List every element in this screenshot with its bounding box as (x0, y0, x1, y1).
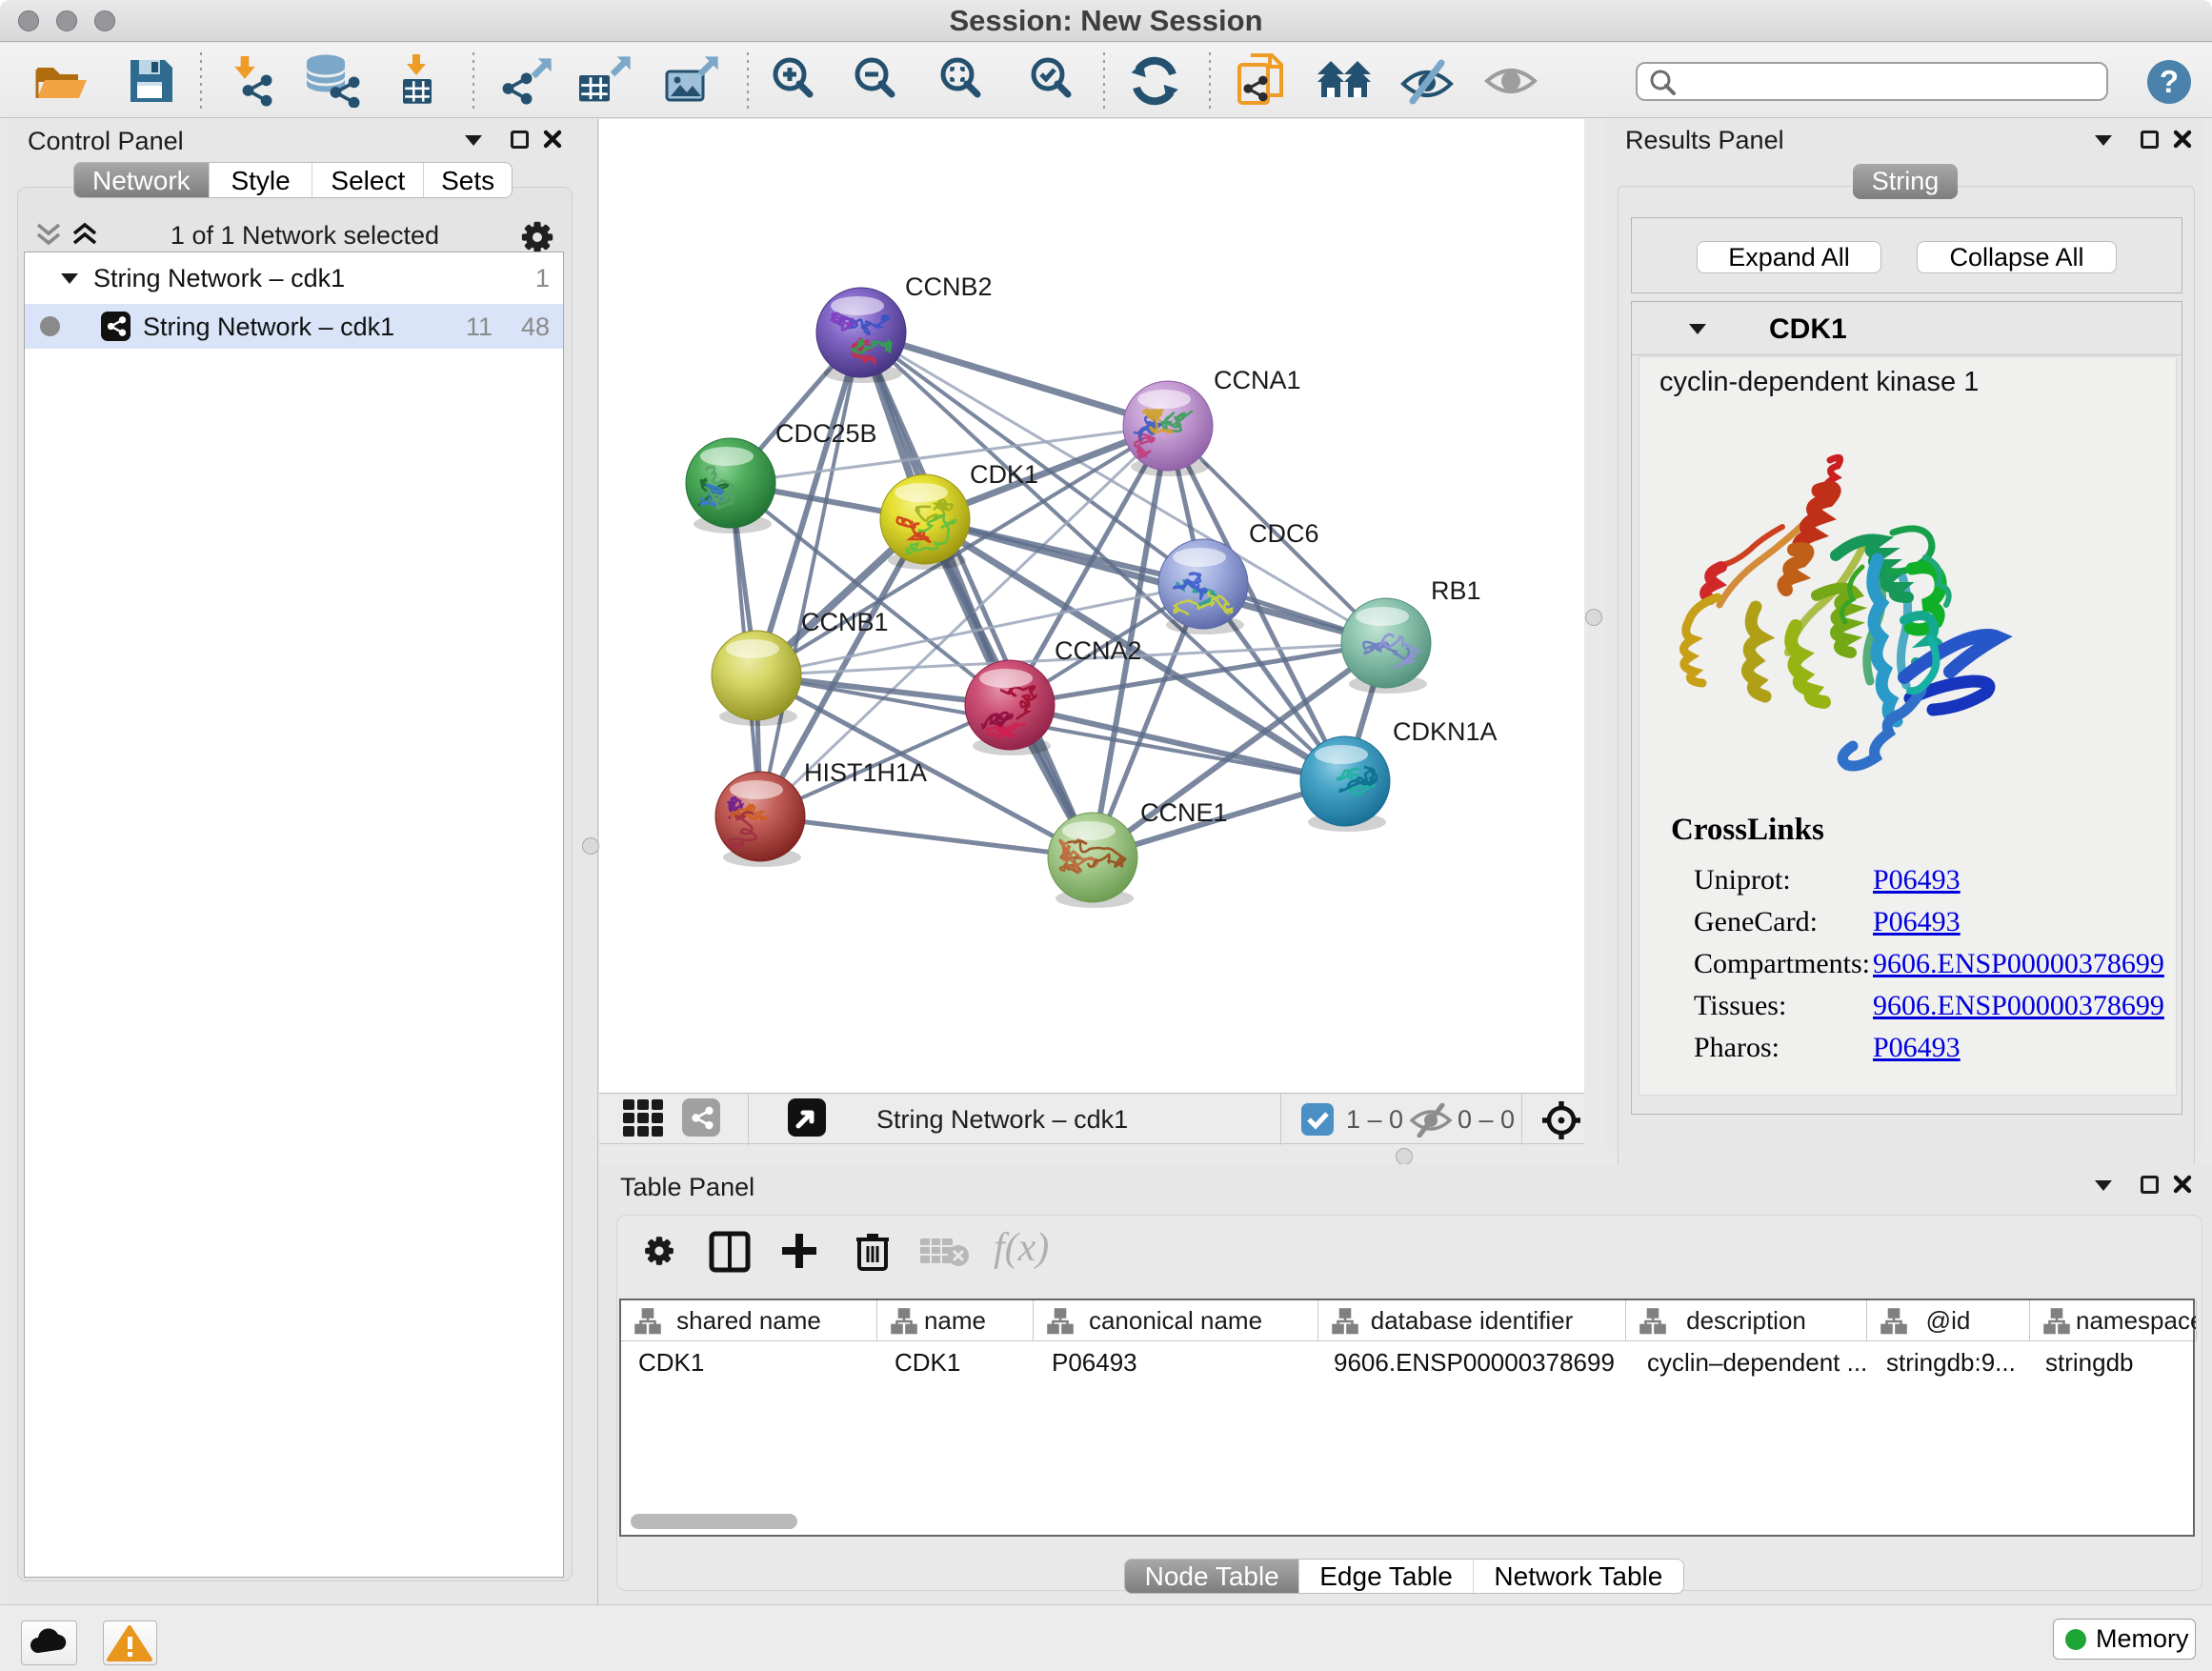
svg-text:CDKN1A: CDKN1A (1393, 717, 1498, 746)
svg-text:HIST1H1A: HIST1H1A (804, 758, 927, 787)
svg-text:CDC6: CDC6 (1249, 519, 1319, 548)
svg-text:CCNE1: CCNE1 (1140, 798, 1228, 827)
svg-text:CCNA2: CCNA2 (1055, 636, 1142, 665)
svg-text:CDK1: CDK1 (970, 460, 1038, 489)
svg-text:CCNB2: CCNB2 (905, 272, 993, 301)
svg-text:RB1: RB1 (1431, 576, 1481, 605)
svg-text:CDC25B: CDC25B (775, 419, 877, 448)
svg-text:CCNA1: CCNA1 (1214, 366, 1301, 394)
svg-text:CCNB1: CCNB1 (801, 608, 889, 636)
